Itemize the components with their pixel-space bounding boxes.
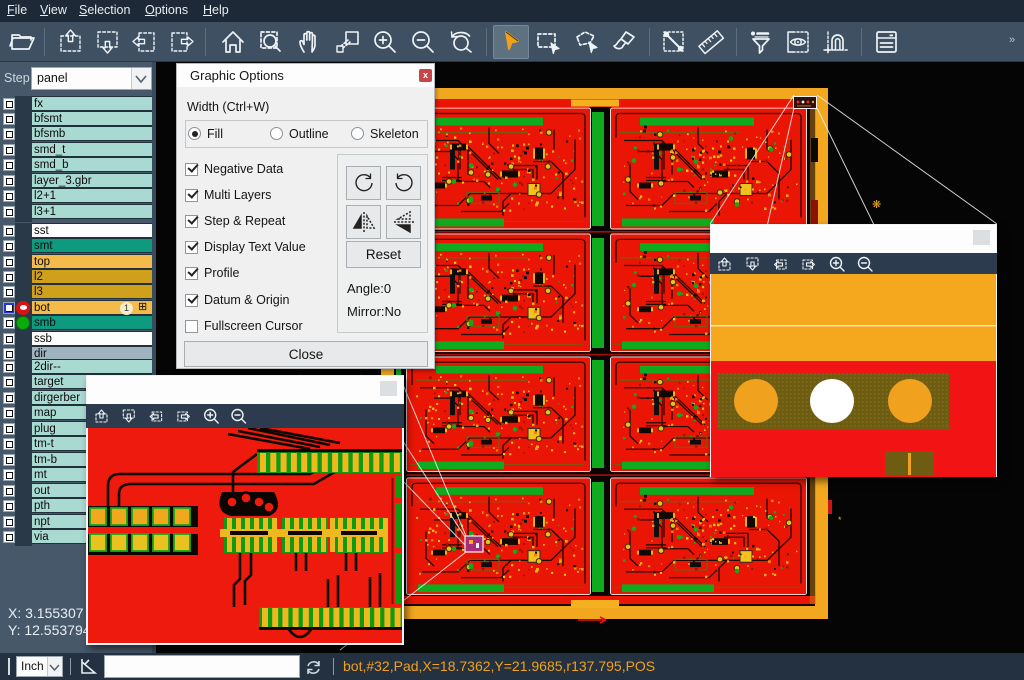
svg-text:❋: ❋ [872,199,881,211]
svg-text:*: * [838,515,842,525]
